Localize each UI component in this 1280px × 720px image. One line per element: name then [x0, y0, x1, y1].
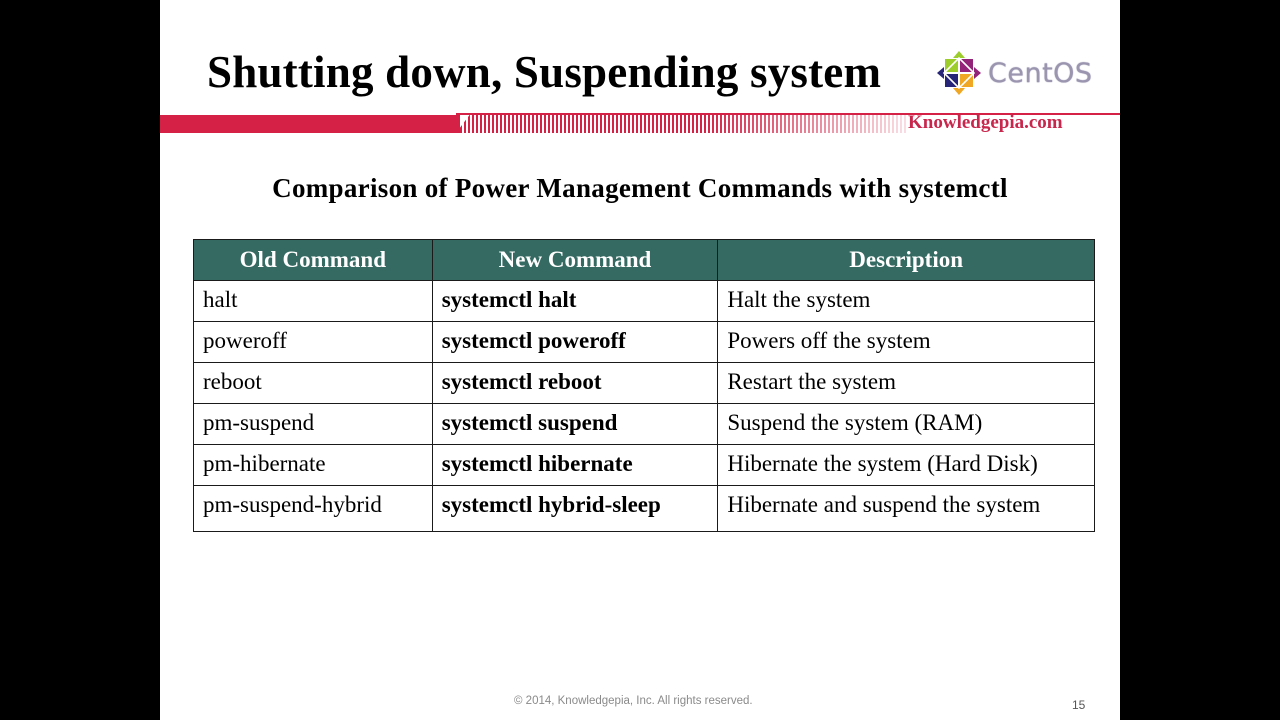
table-row: poweroff systemctl poweroff Powers off t…	[193, 321, 1095, 363]
new-command-cell: systemctl reboot	[431, 362, 719, 404]
description-cell: Halt the system	[717, 280, 1095, 322]
old-command-cell: halt	[193, 280, 433, 322]
column-header-new-command: New Command	[431, 239, 719, 281]
accent-bar-stripes	[456, 115, 906, 133]
slide-title: Shutting down, Suspending system	[207, 47, 882, 97]
new-command-cell: systemctl halt	[431, 280, 719, 322]
slide: Shutting down, Suspending system CentOS …	[160, 0, 1120, 720]
description-cell: Hibernate the system (Hard Disk)	[717, 444, 1095, 486]
accent-bar-solid	[160, 115, 460, 133]
old-command-cell: pm-hibernate	[193, 444, 433, 486]
table-row: pm-suspend-hybrid systemctl hybrid-sleep…	[193, 485, 1095, 532]
centos-logo: CentOS	[936, 50, 1093, 96]
column-header-description: Description	[717, 239, 1095, 281]
table-row: pm-suspend systemctl suspend Suspend the…	[193, 403, 1095, 445]
description-cell: Restart the system	[717, 362, 1095, 404]
table-row: pm-hibernate systemctl hibernate Hiberna…	[193, 444, 1095, 486]
centos-logo-icon	[937, 51, 981, 95]
table-header-row: Old Command New Command Description	[193, 239, 1095, 281]
table-row: reboot systemctl reboot Restart the syst…	[193, 362, 1095, 404]
new-command-cell: systemctl hybrid-sleep	[431, 485, 719, 532]
old-command-cell: reboot	[193, 362, 433, 404]
description-cell: Hibernate and suspend the system	[717, 485, 1095, 532]
table-row: halt systemctl halt Halt the system	[193, 280, 1095, 322]
new-command-cell: systemctl poweroff	[431, 321, 719, 363]
slide-subtitle: Comparison of Power Management Commands …	[272, 173, 1008, 203]
old-command-cell: pm-suspend-hybrid	[193, 485, 433, 532]
page-number: 15	[1072, 698, 1086, 712]
old-command-cell: poweroff	[193, 321, 433, 363]
power-commands-table: Old Command New Command Description halt…	[193, 239, 1095, 532]
centos-logo-text: CentOS	[988, 57, 1093, 89]
new-command-cell: systemctl hibernate	[431, 444, 719, 486]
description-cell: Suspend the system (RAM)	[717, 403, 1095, 445]
site-label: Knowledgepia.com	[908, 112, 1063, 133]
column-header-old-command: Old Command	[193, 239, 433, 281]
copyright-footer: © 2014, Knowledgepia, Inc. All rights re…	[514, 695, 753, 707]
description-cell: Powers off the system	[717, 321, 1095, 363]
new-command-cell: systemctl suspend	[431, 403, 719, 445]
old-command-cell: pm-suspend	[193, 403, 433, 445]
